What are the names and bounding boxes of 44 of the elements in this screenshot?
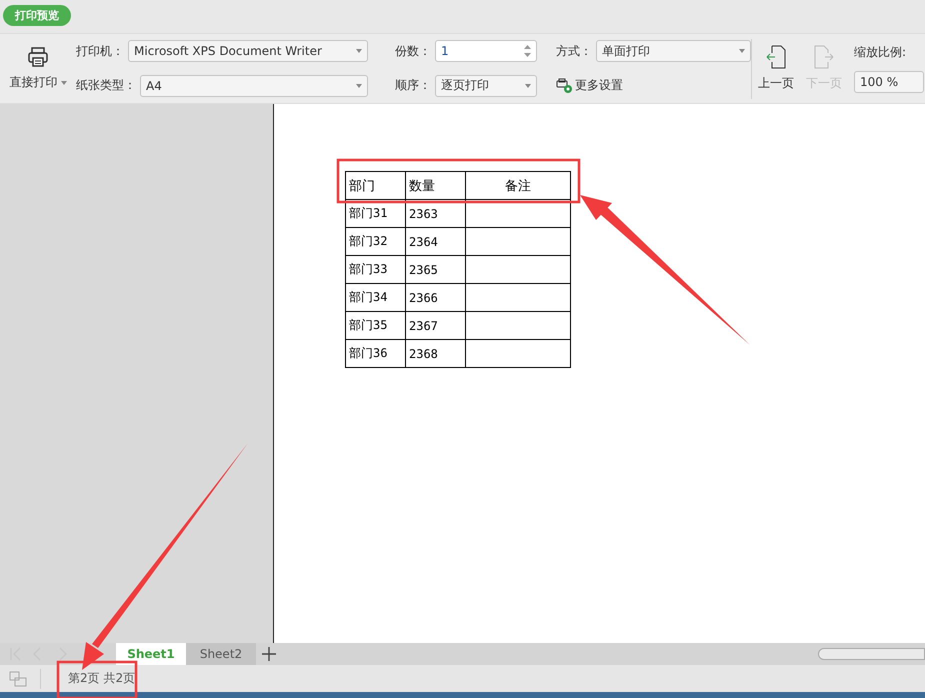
page-count-label: 第2页 共2页 [67,670,136,687]
direct-print-button[interactable]: 直接打印 [0,46,76,91]
caret-icon [356,84,362,88]
printer-dropdown[interactable]: Microsoft XPS Document Writer [128,40,368,62]
sheet-tab[interactable]: Sheet2 [186,643,256,665]
page-right-arrow-icon [814,45,834,69]
caret-icon [525,84,531,88]
sheet-navigation-arrows-icon[interactable] [8,647,68,661]
order-label: 顺序： [395,77,431,94]
table-cell: 2367 [406,312,466,340]
table-cell: 2366 [406,284,466,312]
more-settings-button[interactable]: 更多设置 [556,77,623,94]
mode-dropdown[interactable]: 单面打印 [596,40,751,62]
copies-spinbox[interactable]: 1 [435,40,537,62]
horizontal-scrollbar[interactable] [818,648,925,660]
printer-gear-icon [556,78,573,94]
caret-icon [60,80,66,84]
page-left-arrow-icon [766,45,786,69]
zoom-field[interactable]: 100 % [854,71,924,93]
table-cell: 2364 [406,228,466,256]
mode-label: 方式： [556,42,592,60]
paper-type-dropdown[interactable]: A4 [140,74,368,96]
copies-label: 份数： [395,42,431,60]
table-cell: 部门33 [346,256,406,284]
table-cell: 部门31 [346,200,406,228]
printer-label: 打印机： [76,42,124,60]
header-cell: 部门 [346,172,406,200]
table-cell: 部门35 [346,312,406,340]
table-cell: 2363 [406,200,466,228]
caret-icon [739,49,745,53]
table-cell: 2365 [406,256,466,284]
table-cell: 部门32 [346,228,406,256]
table-cell: 2368 [406,340,466,368]
zoom-label: 缩放比例: [854,44,908,61]
paper-type-label: 纸张类型： [76,77,136,94]
table-cell: 部门34 [346,284,406,312]
table-cell: 部门36 [346,340,406,368]
previous-page-button[interactable]: 上一页 [752,45,800,92]
header-cell: 数量 [406,172,466,200]
spinner-arrows-icon [524,44,531,58]
order-dropdown[interactable]: 逐页打印 [435,74,537,96]
header-cell: 备注 [466,172,570,200]
caret-icon [356,49,362,53]
add-sheet-icon[interactable] [262,647,276,661]
